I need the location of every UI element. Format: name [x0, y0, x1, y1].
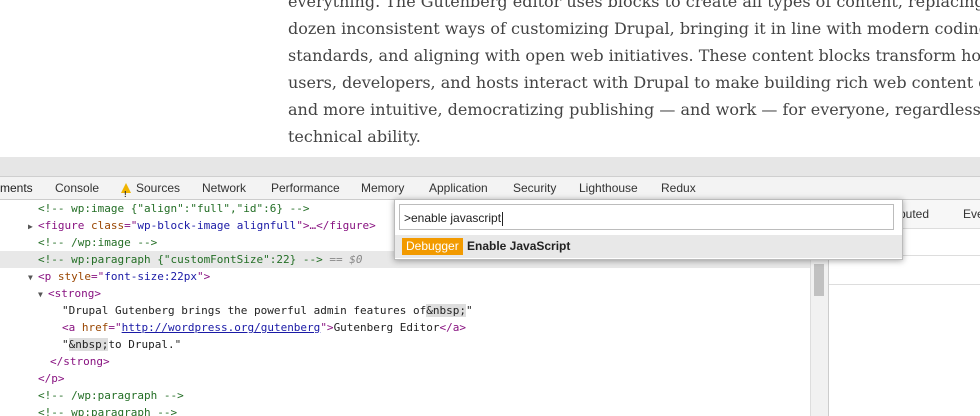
- divider: [829, 284, 980, 285]
- scrollbar-thumb[interactable]: [814, 264, 824, 296]
- tab-lighthouse[interactable]: Lighthouse: [579, 177, 638, 199]
- html-comment: <!-- /wp:paragraph -->: [38, 389, 184, 402]
- attr-name: class: [90, 219, 125, 232]
- command-item-title: Enable JavaScript: [467, 239, 571, 253]
- selected-marker: == $0: [322, 253, 363, 266]
- text-node: Gutenberg Editor: [333, 321, 440, 334]
- text-quote: ": [62, 338, 69, 351]
- tag-close: ">: [320, 321, 334, 334]
- tag-end: </strong>: [50, 355, 110, 368]
- command-menu: >enable javascript Debugger Enable JavaS…: [394, 199, 903, 260]
- command-input[interactable]: >enable javascript: [399, 204, 894, 230]
- tab-redux[interactable]: Redux: [661, 177, 696, 199]
- attr-name: href: [81, 321, 109, 334]
- expand-triangle-icon[interactable]: ▶: [28, 218, 38, 235]
- attr-value: wp-block-image alignfull: [137, 219, 297, 232]
- tag-open: <a: [62, 321, 82, 334]
- tag-end: </a>: [439, 321, 467, 334]
- tab-sources-label: Sources: [136, 181, 181, 195]
- tab-elements[interactable]: ments: [0, 177, 33, 199]
- text-node: to Drupal.": [108, 338, 182, 351]
- devtools-resize-handle[interactable]: [0, 157, 980, 177]
- tag-open: <p: [38, 270, 58, 283]
- entity: &nbsp;: [68, 338, 109, 351]
- attr-name: style: [57, 270, 91, 283]
- dom-node[interactable]: ▼ <strong>: [38, 285, 810, 302]
- tab-sources[interactable]: Sources: [121, 177, 181, 206]
- tab-event-listeners[interactable]: Eve: [963, 200, 980, 228]
- warning-icon: [121, 183, 131, 206]
- tab-network[interactable]: Network: [202, 177, 246, 199]
- html-comment: <!-- wp:paragraph {"customFontSize":22} …: [38, 253, 323, 266]
- attr-eq: =": [91, 270, 105, 283]
- entity: &nbsp;: [426, 304, 466, 317]
- category-badge: Debugger: [402, 238, 463, 255]
- dom-node[interactable]: <a href="http://wordpress.org/gutenberg"…: [62, 319, 810, 336]
- text-node: "Drupal Gutenberg brings the powerful ad…: [62, 304, 427, 317]
- attr-eq: =": [108, 321, 122, 334]
- tag-end: </p>: [38, 372, 65, 385]
- attr-eq: =": [124, 219, 138, 232]
- article-line: users, developers, and hosts interact wi…: [288, 73, 980, 92]
- tab-application[interactable]: Application: [429, 177, 488, 199]
- html-comment: <!-- /wp:image -->: [38, 236, 158, 249]
- article-line: technical ability.: [288, 127, 421, 146]
- dom-node[interactable]: </strong>: [50, 353, 810, 370]
- article-content: everything. The Gutenberg editor uses bl…: [0, 0, 980, 157]
- href-link[interactable]: http://wordpress.org/gutenberg: [122, 321, 321, 334]
- command-input-value: >enable javascript: [404, 211, 502, 225]
- dom-node[interactable]: "Drupal Gutenberg brings the powerful ad…: [62, 302, 810, 319]
- html-comment: <!-- wp:paragraph -->: [38, 406, 178, 416]
- dom-node[interactable]: ▼ <p style="font-size:22px">: [28, 268, 810, 285]
- devtools-tab-bar: ments Console Sources Network Performanc…: [0, 177, 980, 206]
- attr-value: font-size:22px: [104, 270, 197, 283]
- elements-scrollbar[interactable]: [810, 258, 828, 416]
- tab-memory[interactable]: Memory: [361, 177, 404, 199]
- dom-node[interactable]: </p>: [38, 370, 810, 387]
- html-comment: <!-- wp:image {"align":"full","id":6} --…: [38, 202, 310, 215]
- tag-close: ">: [196, 270, 211, 283]
- tag-open: <strong>: [48, 287, 101, 300]
- tag-open: <figure: [38, 219, 91, 232]
- dom-node[interactable]: <!-- /wp:paragraph -->: [38, 387, 810, 404]
- text-node-end: ": [466, 304, 473, 317]
- dom-node[interactable]: <!-- wp:paragraph -->: [38, 404, 810, 416]
- collapse-triangle-icon[interactable]: ▼: [28, 269, 38, 286]
- tab-performance[interactable]: Performance: [271, 177, 340, 199]
- command-item-enable-javascript[interactable]: Debugger Enable JavaScript: [395, 235, 902, 258]
- tab-console[interactable]: Console: [55, 177, 99, 199]
- collapse-triangle-icon[interactable]: ▼: [38, 286, 48, 303]
- article-line: everything. The Gutenberg editor uses bl…: [288, 0, 980, 11]
- article-paragraph: everything. The Gutenberg editor uses bl…: [288, 0, 980, 150]
- tab-security[interactable]: Security: [513, 177, 556, 199]
- article-line: and more intuitive, democratizing publis…: [288, 100, 980, 119]
- dom-node[interactable]: "&nbsp;to Drupal.": [62, 336, 810, 353]
- text-caret: [502, 211, 504, 226]
- article-line: dozen inconsistent ways of customizing D…: [288, 19, 980, 38]
- article-line: standards, and aligning with open web in…: [288, 46, 980, 65]
- tag-close: ">…</figure>: [296, 219, 376, 232]
